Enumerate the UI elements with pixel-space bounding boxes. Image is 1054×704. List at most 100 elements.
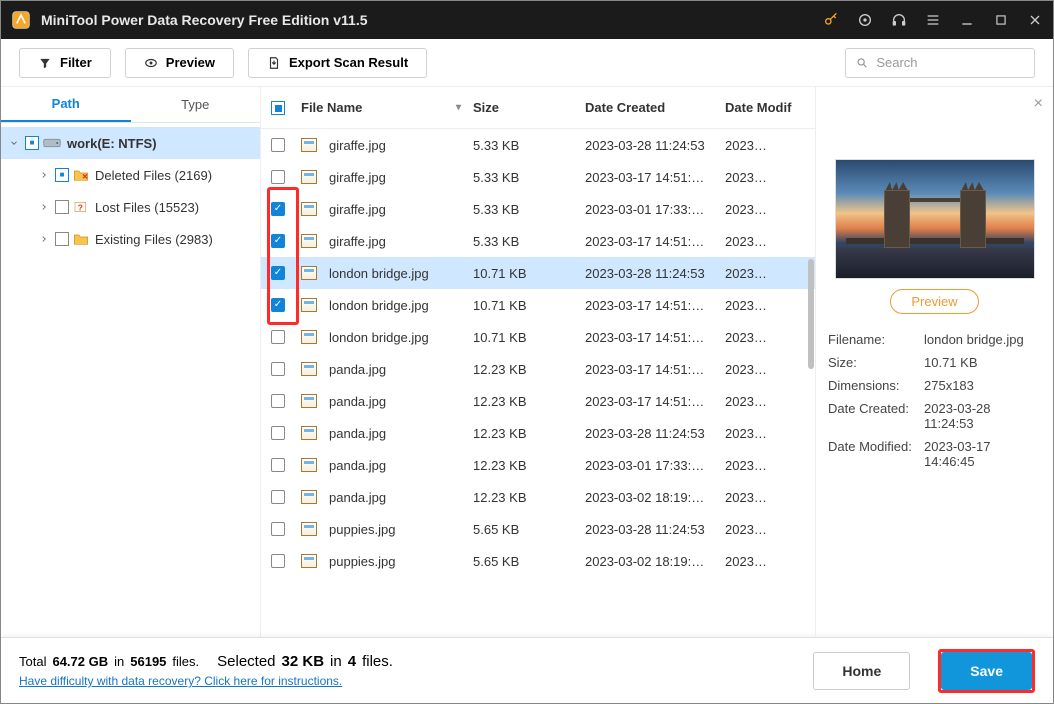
file-date-modified: 2023…	[725, 394, 795, 409]
checkbox[interactable]	[55, 168, 69, 182]
select-all-checkbox[interactable]	[271, 101, 285, 115]
table-row[interactable]: giraffe.jpg5.33 KB2023-03-17 14:51:…2023…	[261, 161, 815, 193]
menu-icon[interactable]	[925, 12, 941, 28]
file-name: london bridge.jpg	[329, 266, 429, 281]
table-row[interactable]: giraffe.jpg5.33 KB2023-03-28 11:24:53202…	[261, 129, 815, 161]
preview-open-button[interactable]: Preview	[890, 289, 978, 314]
col-date-modified[interactable]: Date Modif	[725, 100, 795, 115]
checkbox[interactable]	[55, 200, 69, 214]
tab-path[interactable]: Path	[1, 87, 131, 122]
close-preview-icon[interactable]: ×	[1034, 95, 1043, 113]
image-file-icon	[301, 266, 317, 280]
table-row[interactable]: giraffe.jpg5.33 KB2023-03-17 14:51:…2023…	[261, 225, 815, 257]
file-date-modified: 2023…	[725, 554, 795, 569]
row-checkbox[interactable]	[271, 394, 285, 408]
tab-type[interactable]: Type	[131, 87, 261, 122]
row-checkbox[interactable]	[271, 490, 285, 504]
row-checkbox[interactable]	[271, 234, 285, 248]
meta-key: Filename:	[828, 332, 924, 347]
file-date-modified: 2023…	[725, 298, 795, 313]
table-row[interactable]: puppies.jpg5.65 KB2023-03-28 11:24:53202…	[261, 513, 815, 545]
row-checkbox[interactable]	[271, 362, 285, 376]
drive-icon	[43, 136, 61, 150]
file-date-created: 2023-03-17 14:51:…	[585, 330, 725, 345]
headphones-icon[interactable]	[891, 12, 907, 28]
checkbox[interactable]	[55, 232, 69, 246]
tree-item-existing[interactable]: Existing Files (2983)	[1, 223, 260, 255]
status-total-mid: in	[114, 654, 124, 669]
home-button[interactable]: Home	[813, 652, 910, 690]
table-row[interactable]: puppies.jpg5.65 KB2023-03-02 18:19:…2023…	[261, 545, 815, 577]
table-row[interactable]: panda.jpg12.23 KB2023-03-17 14:51:…2023…	[261, 385, 815, 417]
image-file-icon	[301, 394, 317, 408]
row-checkbox[interactable]	[271, 298, 285, 312]
table-row[interactable]: panda.jpg12.23 KB2023-03-01 17:33:…2023…	[261, 449, 815, 481]
row-checkbox[interactable]	[271, 266, 285, 280]
scrollbar-thumb[interactable]	[808, 259, 814, 369]
table-row[interactable]: london bridge.jpg10.71 KB2023-03-17 14:5…	[261, 321, 815, 353]
file-size: 5.33 KB	[473, 202, 585, 217]
preview-button[interactable]: Preview	[125, 48, 234, 78]
checkbox[interactable]	[25, 136, 39, 150]
col-size[interactable]: Size	[473, 100, 585, 115]
status-total-size: 64.72 GB	[52, 654, 108, 669]
scrollbar[interactable]	[807, 129, 815, 637]
col-date-created[interactable]: Date Created	[585, 100, 725, 115]
titlebar: MiniTool Power Data Recovery Free Editio…	[1, 1, 1053, 39]
table-row[interactable]: panda.jpg12.23 KB2023-03-02 18:19:…2023…	[261, 481, 815, 513]
table-row[interactable]: giraffe.jpg5.33 KB2023-03-01 17:33:…2023…	[261, 193, 815, 225]
row-checkbox[interactable]	[271, 426, 285, 440]
file-name: puppies.jpg	[329, 554, 396, 569]
app-logo-icon	[11, 10, 31, 30]
file-size: 12.23 KB	[473, 458, 585, 473]
preview-label: Preview	[166, 55, 215, 70]
file-date-created: 2023-03-17 14:51:…	[585, 234, 725, 249]
table-row[interactable]: panda.jpg12.23 KB2023-03-17 14:51:…2023…	[261, 353, 815, 385]
tree-item-label: Existing Files (2983)	[95, 232, 213, 247]
row-checkbox[interactable]	[271, 138, 285, 152]
eye-icon	[144, 56, 158, 70]
row-checkbox[interactable]	[271, 554, 285, 568]
table-row[interactable]: london bridge.jpg10.71 KB2023-03-17 14:5…	[261, 289, 815, 321]
search-input[interactable]	[876, 55, 1024, 70]
image-file-icon	[301, 362, 317, 376]
help-link[interactable]: Have difficulty with data recovery? Clic…	[19, 674, 393, 688]
col-filename[interactable]: File Name	[301, 100, 362, 115]
file-name: giraffe.jpg	[329, 170, 386, 185]
meta-key: Date Created:	[828, 401, 924, 431]
file-name: panda.jpg	[329, 426, 386, 441]
row-checkbox[interactable]	[271, 458, 285, 472]
image-file-icon	[301, 554, 317, 568]
tree-root[interactable]: work(E: NTFS)	[1, 127, 260, 159]
file-size: 10.71 KB	[473, 266, 585, 281]
file-date-modified: 2023…	[725, 138, 795, 153]
row-checkbox[interactable]	[271, 330, 285, 344]
tree-item-lost[interactable]: ? Lost Files (15523)	[1, 191, 260, 223]
image-file-icon	[301, 170, 317, 184]
search-input-wrap[interactable]	[845, 48, 1035, 78]
row-checkbox[interactable]	[271, 170, 285, 184]
table-row[interactable]: london bridge.jpg10.71 KB2023-03-28 11:2…	[261, 257, 815, 289]
filter-button[interactable]: Filter	[19, 48, 111, 78]
meta-row: Dimensions:275x183	[828, 378, 1041, 393]
save-button[interactable]: Save	[941, 652, 1032, 690]
disc-icon[interactable]	[857, 12, 873, 28]
export-button[interactable]: Export Scan Result	[248, 48, 427, 78]
row-checkbox[interactable]	[271, 202, 285, 216]
search-icon	[856, 56, 868, 70]
row-checkbox[interactable]	[271, 522, 285, 536]
maximize-icon[interactable]	[993, 12, 1009, 28]
chevron-right-icon	[39, 202, 49, 212]
table-row[interactable]: panda.jpg12.23 KB2023-03-28 11:24:532023…	[261, 417, 815, 449]
file-name: panda.jpg	[329, 458, 386, 473]
minimize-icon[interactable]	[959, 12, 975, 28]
toolbar: Filter Preview Export Scan Result	[1, 39, 1053, 87]
close-icon[interactable]	[1027, 12, 1043, 28]
tree-item-deleted[interactable]: Deleted Files (2169)	[1, 159, 260, 191]
chevron-down-icon	[9, 138, 19, 148]
export-label: Export Scan Result	[289, 55, 408, 70]
meta-key: Date Modified:	[828, 439, 924, 469]
key-icon[interactable]	[823, 12, 839, 28]
file-date-modified: 2023…	[725, 330, 795, 345]
meta-value: london bridge.jpg	[924, 332, 1041, 347]
